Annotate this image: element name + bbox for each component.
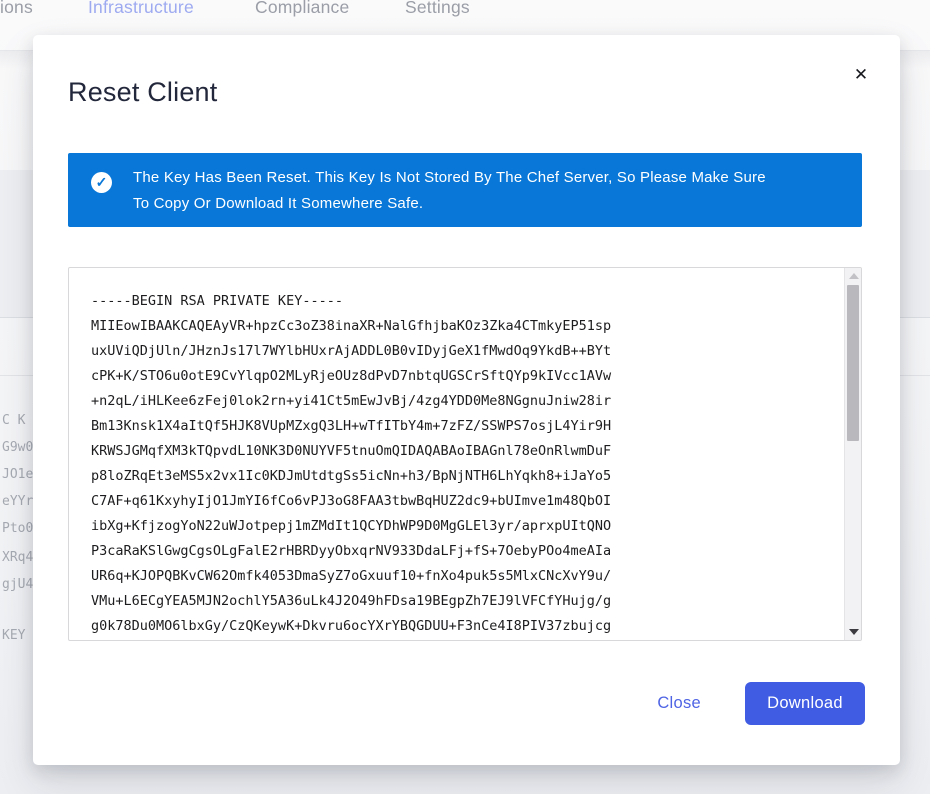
- scrollbar[interactable]: [844, 268, 861, 640]
- nav-tab-settings[interactable]: Settings: [405, 0, 470, 18]
- private-key-box[interactable]: -----BEGIN RSA PRIVATE KEY----- MIIEowIB…: [68, 267, 862, 641]
- reset-client-modal: Reset Client ✕ ✓ The Key Has Been Reset.…: [33, 35, 900, 765]
- private-key-text: -----BEGIN RSA PRIVATE KEY----- MIIEowIB…: [69, 268, 844, 640]
- scroll-up-icon[interactable]: [845, 268, 862, 284]
- check-circle-icon: ✓: [91, 172, 112, 193]
- scrollbar-thumb[interactable]: [847, 285, 859, 441]
- success-banner: ✓ The Key Has Been Reset. This Key Is No…: [68, 153, 862, 227]
- banner-message: The Key Has Been Reset. This Key Is Not …: [133, 165, 773, 217]
- close-button[interactable]: Close: [657, 694, 701, 713]
- close-icon[interactable]: ✕: [849, 63, 873, 87]
- background-key-fragment: Pto0: [2, 521, 33, 536]
- background-key-fragment: JO1e: [2, 467, 33, 482]
- nav-tab-compliance[interactable]: Compliance: [255, 0, 349, 18]
- modal-footer: Close Download: [657, 682, 865, 725]
- scroll-down-icon[interactable]: [845, 624, 862, 640]
- nav-tab-infrastructure[interactable]: Infrastructure: [88, 0, 194, 18]
- nav-tab-applications[interactable]: ions: [0, 0, 33, 18]
- page: ions Infrastructure Compliance Settings …: [0, 0, 930, 794]
- background-key-fragment: KEY: [2, 628, 25, 643]
- background-key-fragment: G9w0: [2, 440, 33, 455]
- background-key-fragment: C K: [2, 413, 25, 428]
- background-key-fragment: gjU4: [2, 577, 33, 592]
- modal-title: Reset Client: [68, 77, 217, 108]
- background-key-fragment: XRq4: [2, 550, 33, 565]
- download-button[interactable]: Download: [745, 682, 865, 725]
- background-key-fragment: eYYr: [2, 494, 33, 509]
